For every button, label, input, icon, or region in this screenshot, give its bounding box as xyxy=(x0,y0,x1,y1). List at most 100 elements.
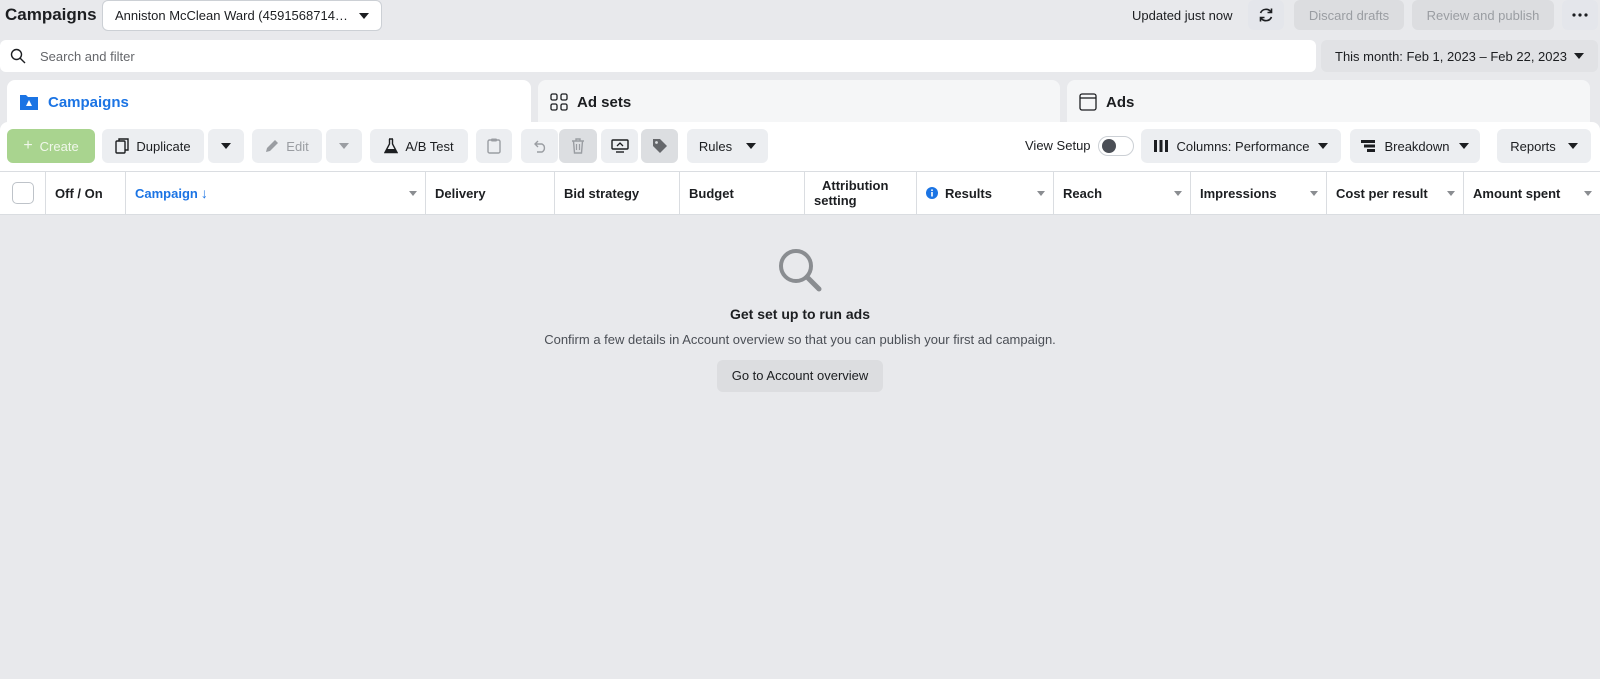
preview-button[interactable] xyxy=(601,129,638,163)
column-impressions-label: Impressions xyxy=(1200,185,1277,201)
empty-state: Get set up to run ads Confirm a few deta… xyxy=(0,246,1600,392)
column-bid-strategy[interactable]: Bid strategy xyxy=(555,172,680,214)
columns-icon xyxy=(1153,140,1168,152)
create-button[interactable]: + Create xyxy=(7,129,95,163)
column-delivery[interactable]: Delivery xyxy=(426,172,555,214)
refresh-icon xyxy=(1259,8,1273,22)
chevron-down-icon xyxy=(746,143,757,149)
chevron-down-icon xyxy=(1174,191,1182,196)
ad-window-icon xyxy=(1079,93,1097,111)
attribution-label-line1: Attribution xyxy=(822,178,889,193)
column-amount-spent[interactable]: Amount spent xyxy=(1464,172,1600,214)
undo-icon xyxy=(533,140,545,153)
chevron-down-icon xyxy=(359,12,369,19)
column-amount-spent-label: Amount spent xyxy=(1473,185,1561,201)
magnifier-icon xyxy=(779,249,822,292)
empty-state-description: Confirm a few details in Account overvie… xyxy=(544,332,1056,347)
chevron-down-icon xyxy=(409,191,417,196)
chevron-down-icon xyxy=(221,143,231,149)
account-name: Anniston McClean Ward (4591568714… xyxy=(115,8,348,23)
column-results-label: Results xyxy=(945,185,992,201)
attribution-label-line2: setting xyxy=(814,193,857,208)
duplicate-button[interactable]: Duplicate xyxy=(102,129,204,163)
ab-test-button[interactable]: A/B Test xyxy=(370,129,468,163)
chevron-down-icon xyxy=(1447,191,1455,196)
tag-button[interactable] xyxy=(641,129,678,163)
undo-button[interactable] xyxy=(521,129,558,163)
flask-icon xyxy=(384,138,399,154)
column-impressions[interactable]: Impressions xyxy=(1191,172,1327,214)
column-results[interactable]: Results xyxy=(917,172,1054,214)
breakdown-label: Breakdown xyxy=(1384,138,1450,154)
ab-test-label: A/B Test xyxy=(405,138,454,154)
chevron-down-icon xyxy=(1037,191,1045,196)
trash-icon xyxy=(572,138,584,154)
tab-campaigns[interactable]: Campaigns xyxy=(7,80,531,124)
tab-ad-sets[interactable]: Ad sets xyxy=(538,80,1060,124)
tab-label: Campaigns xyxy=(48,93,129,111)
rules-button[interactable]: Rules xyxy=(687,129,768,163)
plus-icon: + xyxy=(23,137,33,154)
go-to-account-overview-button[interactable]: Go to Account overview xyxy=(716,360,884,392)
search-input[interactable]: Search and filter xyxy=(0,40,1316,72)
tab-label: Ads xyxy=(1106,93,1135,111)
chevron-down-icon xyxy=(1567,143,1578,149)
search-placeholder: Search and filter xyxy=(40,48,135,64)
column-reach[interactable]: Reach xyxy=(1054,172,1191,214)
columns-label: Columns: Performance xyxy=(1176,138,1310,154)
reports-button[interactable]: Reports xyxy=(1497,129,1591,163)
column-attribution-setting[interactable]: Attribution setting xyxy=(805,172,917,214)
empty-state-title: Get set up to run ads xyxy=(729,306,870,322)
chevron-down-icon xyxy=(1574,53,1584,59)
select-all-checkbox[interactable] xyxy=(11,182,34,204)
column-cost-per-result[interactable]: Cost per result xyxy=(1327,172,1464,214)
grid-icon xyxy=(550,93,568,111)
chevron-down-icon xyxy=(1318,143,1329,149)
chevron-down-icon xyxy=(339,143,349,149)
folder-icon xyxy=(20,95,38,110)
page-title: Campaigns xyxy=(5,5,97,24)
edit-label: Edit xyxy=(286,138,309,154)
toggle-knob xyxy=(1102,139,1116,153)
select-all-cell xyxy=(0,172,46,214)
column-campaign-label: Campaign xyxy=(135,185,198,201)
date-range-label: This month: Feb 1, 2023 – Feb 22, 2023 xyxy=(1335,48,1567,64)
edit-dropdown[interactable] xyxy=(326,129,362,163)
edit-button[interactable]: Edit xyxy=(252,129,322,163)
sort-arrow-down-icon: ↓ xyxy=(200,185,208,201)
column-cost-per-result-label: Cost per result xyxy=(1336,185,1428,201)
refresh-button[interactable] xyxy=(1248,0,1284,30)
duplicate-label: Duplicate xyxy=(136,138,191,154)
table-header: Off / On Campaign ↓ Delivery Bid strateg… xyxy=(0,171,1600,215)
discard-drafts-button[interactable]: Discard drafts xyxy=(1294,0,1404,30)
duplicate-icon xyxy=(115,138,130,154)
view-setup-label: View Setup xyxy=(1025,138,1091,153)
duplicate-dropdown[interactable] xyxy=(208,129,244,163)
chevron-down-icon xyxy=(1458,143,1469,149)
column-reach-label: Reach xyxy=(1063,185,1103,201)
rules-label: Rules xyxy=(698,138,733,154)
delete-button[interactable] xyxy=(559,129,597,163)
account-select[interactable]: Anniston McClean Ward (4591568714… xyxy=(102,0,382,31)
reports-label: Reports xyxy=(1510,138,1556,154)
chevron-down-icon xyxy=(1584,191,1592,196)
preview-icon xyxy=(610,139,629,153)
info-icon xyxy=(926,187,938,199)
tab-label: Ad sets xyxy=(577,93,632,111)
tab-ads[interactable]: Ads xyxy=(1067,80,1590,124)
breakdown-icon xyxy=(1361,140,1376,152)
tag-icon xyxy=(652,139,667,153)
columns-button[interactable]: Columns: Performance xyxy=(1141,129,1341,163)
clipboard-button[interactable] xyxy=(476,129,512,163)
clipboard-icon xyxy=(487,138,501,154)
more-options-button[interactable] xyxy=(1562,0,1598,30)
review-publish-button[interactable]: Review and publish xyxy=(1412,0,1554,30)
breakdown-button[interactable]: Breakdown xyxy=(1350,129,1480,163)
column-budget[interactable]: Budget xyxy=(680,172,805,214)
column-campaign[interactable]: Campaign ↓ xyxy=(126,172,426,214)
more-icon xyxy=(1572,13,1588,17)
date-range-picker[interactable]: This month: Feb 1, 2023 – Feb 22, 2023 xyxy=(1321,40,1598,72)
view-setup-toggle[interactable] xyxy=(1098,136,1134,156)
column-off-on[interactable]: Off / On xyxy=(46,172,126,214)
chevron-down-icon xyxy=(1310,191,1318,196)
